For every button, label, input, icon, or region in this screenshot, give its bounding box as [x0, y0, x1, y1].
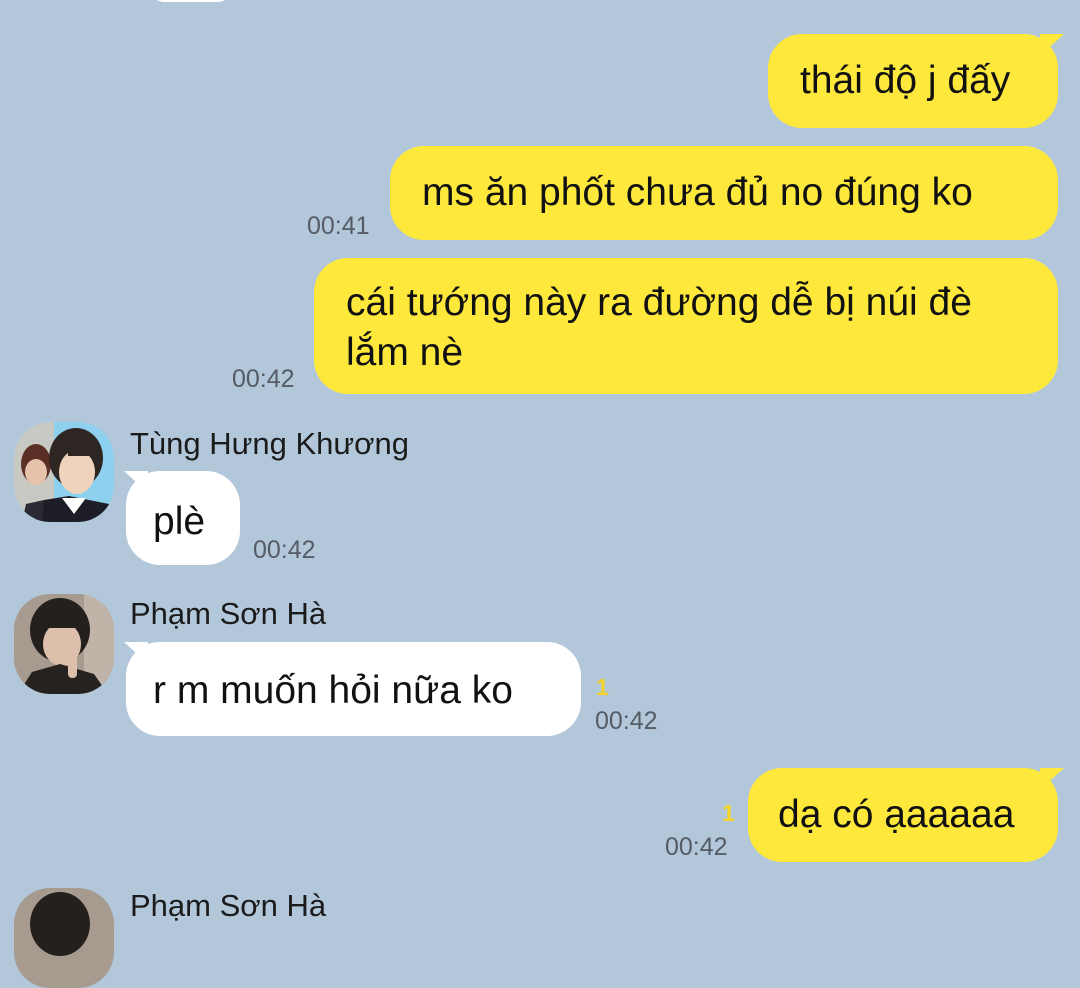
message-text: dạ có ạaaaaa [778, 793, 1015, 836]
message-timestamp: 00:42 [253, 536, 316, 564]
avatar-photo [14, 422, 114, 522]
message-text: thái độ j đấy [800, 59, 1011, 102]
sender-name: Tùng Hưng Khương [130, 426, 409, 461]
sender-avatar[interactable] [14, 422, 114, 522]
message-timestamp: 00:41 [307, 212, 370, 240]
unread-count: 1 [722, 800, 735, 826]
outgoing-message-bubble[interactable]: thái độ j đấy [768, 34, 1058, 128]
message-text-line: lắm nè [346, 331, 464, 374]
cut-off-bubble [150, 0, 232, 2]
avatar-photo [14, 888, 114, 988]
sender-name: Phạm Sơn Hà [130, 596, 327, 631]
bubble-tail [1040, 34, 1064, 56]
sender-avatar[interactable] [14, 594, 114, 694]
incoming-message-bubble[interactable]: r m muốn hỏi nữa ko [126, 642, 581, 736]
avatar-photo [14, 594, 114, 694]
chat-area[interactable]: thái độ j đấy ms ăn phốt chưa đủ no đúng… [0, 0, 1080, 988]
outgoing-message-bubble[interactable]: ms ăn phốt chưa đủ no đúng ko [390, 146, 1058, 240]
message-timestamp: 00:42 [595, 707, 658, 735]
message-text-line: cái tướng này ra đường dễ bị núi đè [346, 281, 972, 324]
bubble-tail [124, 471, 148, 493]
message-timestamp: 00:42 [665, 833, 728, 861]
bubble-tail [1040, 768, 1064, 790]
message-timestamp: 00:42 [232, 365, 295, 393]
outgoing-message-bubble[interactable]: cái tướng này ra đường dễ bị núi đè lắm … [314, 258, 1058, 394]
unread-count: 1 [596, 674, 609, 700]
message-text: plè [153, 500, 206, 543]
message-text: r m muốn hỏi nữa ko [153, 669, 513, 712]
outgoing-message-bubble[interactable]: dạ có ạaaaaa [748, 768, 1058, 862]
message-text: ms ăn phốt chưa đủ no đúng ko [422, 171, 973, 214]
sender-name: Phạm Sơn Hà [130, 888, 327, 923]
bubble-tail [124, 642, 148, 664]
sender-avatar[interactable] [14, 888, 114, 988]
